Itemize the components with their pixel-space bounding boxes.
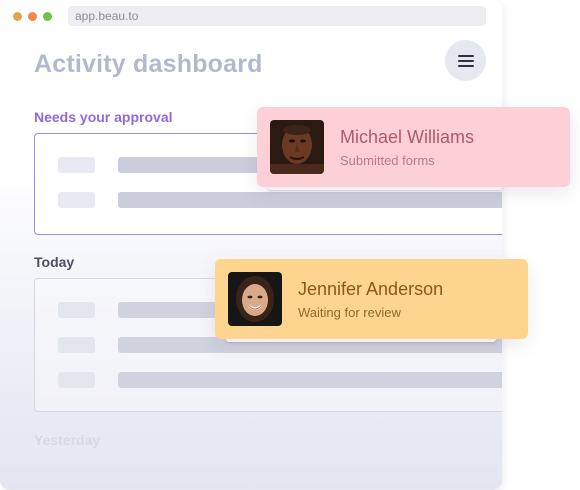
window-minimize-dot[interactable]	[13, 12, 22, 21]
placeholder-tag	[58, 192, 95, 208]
menu-button[interactable]	[445, 40, 486, 81]
notification-underline	[226, 339, 496, 342]
avatar	[270, 120, 324, 174]
window-maximize-dot[interactable]	[43, 12, 52, 21]
placeholder-tag	[58, 302, 95, 318]
placeholder-tag	[58, 337, 95, 353]
notification-status: Waiting for review	[298, 305, 401, 320]
notification-name: Jennifer Anderson	[298, 279, 444, 299]
browser-window: app.beau.to Activity dashboard Needs you…	[0, 0, 502, 490]
placeholder-tag	[58, 157, 95, 173]
section-label-yesterday: Yesterday	[34, 432, 101, 448]
placeholder-line	[118, 372, 502, 388]
section-label-approval: Needs your approval	[34, 109, 173, 125]
notification-jennifer-anderson[interactable]: Jennifer Anderson Waiting for review	[215, 259, 528, 339]
notification-underline	[268, 187, 502, 190]
browser-titlebar: app.beau.to	[0, 0, 502, 32]
page-title: Activity dashboard	[34, 50, 263, 78]
avatar	[228, 272, 282, 326]
url-bar[interactable]: app.beau.to	[68, 6, 486, 26]
window-close-dot[interactable]	[28, 12, 37, 21]
placeholder-tag	[58, 372, 95, 388]
notification-status: Submitted forms	[340, 153, 435, 168]
placeholder-line	[118, 192, 502, 208]
section-label-today: Today	[34, 254, 75, 270]
stage: app.beau.to Activity dashboard Needs you…	[0, 0, 580, 490]
notification-name: Michael Williams	[340, 127, 475, 147]
notification-michael-williams[interactable]: Michael Williams Submitted forms	[257, 107, 570, 187]
